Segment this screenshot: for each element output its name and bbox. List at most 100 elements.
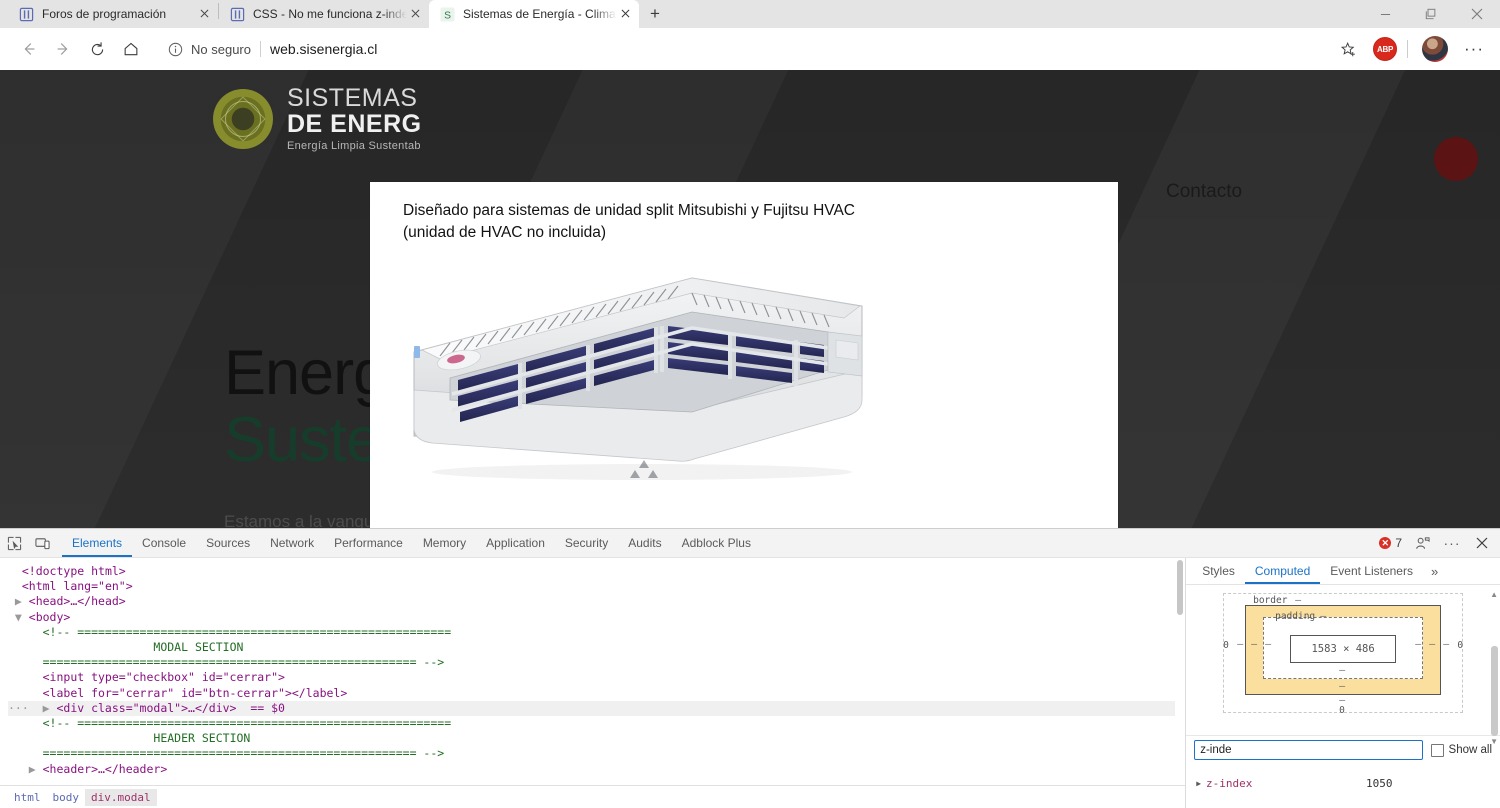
browser-tab-3[interactable]: S Sistemas de Energía - Climatizac xyxy=(429,0,639,28)
content-left-value[interactable]: – xyxy=(1265,639,1271,650)
book-icon xyxy=(229,6,245,22)
nav-item-contacto[interactable]: Contacto xyxy=(1166,181,1242,203)
dom-line[interactable]: ▼ <body> xyxy=(8,610,1185,625)
globe-logo-icon xyxy=(213,89,273,149)
avatar[interactable] xyxy=(1422,36,1448,62)
security-status: No seguro xyxy=(191,41,251,57)
svg-text:S: S xyxy=(444,10,451,21)
margin-bottom-value[interactable]: 0 xyxy=(1339,705,1345,716)
tab-network[interactable]: Network xyxy=(260,529,324,557)
dom-line-text: MODAL SECTION xyxy=(153,640,244,655)
dom-line[interactable]: <input type="checkbox" id="cerrar"> xyxy=(8,670,1185,685)
margin-right-value[interactable]: 0 xyxy=(1457,640,1463,651)
tab-application[interactable]: Application xyxy=(476,529,555,557)
account-icon[interactable] xyxy=(1408,529,1436,557)
content-right-value[interactable]: – xyxy=(1415,639,1421,650)
tab-audits[interactable]: Audits xyxy=(618,529,671,557)
close-icon[interactable] xyxy=(196,6,212,22)
dom-line[interactable]: <!-- ===================================… xyxy=(8,716,1185,731)
tab-styles[interactable]: Styles xyxy=(1192,558,1245,584)
back-arrow-icon[interactable] xyxy=(12,32,46,66)
tab-computed[interactable]: Computed xyxy=(1245,558,1320,584)
breadcrumb-div-modal[interactable]: div.modal xyxy=(85,788,157,806)
dom-line[interactable]: <html lang="en"> xyxy=(8,579,1185,594)
chevron-right-icon[interactable]: ▶ xyxy=(1196,779,1201,788)
tab-title: CSS - No me funciona z-index (v xyxy=(253,7,407,21)
more-dots-icon[interactable]: ··· xyxy=(1438,529,1466,557)
margin-left-value[interactable]: 0 xyxy=(1223,640,1229,651)
tab-console[interactable]: Console xyxy=(132,529,196,557)
elements-scrollbar[interactable] xyxy=(1175,558,1186,808)
filter-input[interactable] xyxy=(1194,740,1423,760)
padding-left-value[interactable]: – xyxy=(1251,639,1257,650)
site-logo[interactable]: SISTEMAS DE ENERG Energía Limpia Sustent… xyxy=(213,86,422,152)
dom-line[interactable]: MODAL SECTION xyxy=(8,640,1185,655)
devtools-toolbar-right: ✕ 7 ··· xyxy=(1375,529,1496,557)
dom-line[interactable]: ▶ <head>…</head> xyxy=(8,594,1185,609)
tab-memory[interactable]: Memory xyxy=(413,529,476,557)
close-icon[interactable] xyxy=(1454,0,1500,28)
dom-line-text: ========================================… xyxy=(42,746,445,761)
new-tab-button[interactable]: + xyxy=(639,0,671,28)
padding-bottom-value[interactable]: – xyxy=(1339,665,1345,676)
close-icon[interactable] xyxy=(1468,529,1496,557)
dom-line[interactable]: ▶ <header>…</header> xyxy=(8,762,1185,777)
close-icon[interactable] xyxy=(407,6,423,22)
chevron-right-icon[interactable]: » xyxy=(1423,564,1446,579)
breadcrumb: html body div.modal xyxy=(0,785,1186,808)
info-icon xyxy=(166,40,184,58)
computed-property-row[interactable]: ▶ z-index 1050 xyxy=(1186,774,1500,792)
tab-performance[interactable]: Performance xyxy=(324,529,413,557)
address-bar[interactable]: No seguro web.sisenergia.cl xyxy=(158,34,1325,64)
tab-elements[interactable]: Elements xyxy=(62,529,132,557)
reload-icon[interactable] xyxy=(80,32,114,66)
tab-sources[interactable]: Sources xyxy=(196,529,260,557)
close-icon[interactable] xyxy=(617,6,633,22)
tab-security[interactable]: Security xyxy=(555,529,618,557)
scrollbar-thumb[interactable] xyxy=(1177,560,1184,615)
dom-line[interactable]: <label for="cerrar" id="btn-cerrar"></la… xyxy=(8,686,1185,701)
inspect-element-icon[interactable] xyxy=(0,529,28,557)
minimize-icon[interactable] xyxy=(1362,0,1408,28)
tab-event-listeners[interactable]: Event Listeners xyxy=(1320,558,1423,584)
tab-adblock-plus[interactable]: Adblock Plus xyxy=(672,529,761,557)
dom-line[interactable]: ========================================… xyxy=(8,746,1185,761)
logo-line-2: DE ENERG xyxy=(287,110,422,138)
padding-right-value[interactable]: – xyxy=(1429,639,1435,650)
star-icon[interactable] xyxy=(1333,34,1363,64)
breadcrumb-html[interactable]: html xyxy=(8,789,47,806)
scroll-up-icon[interactable]: ▲ xyxy=(1490,590,1498,599)
breadcrumb-body[interactable]: body xyxy=(47,789,86,806)
box-model-content-size[interactable]: 1583 × 486 xyxy=(1290,635,1397,663)
border-top-value[interactable]: – xyxy=(1295,595,1301,606)
error-count-badge[interactable]: ✕ 7 xyxy=(1375,536,1406,550)
elements-tree[interactable]: <!doctype html> <html lang="en"> ▶ <head… xyxy=(0,558,1186,808)
browser-tab-1[interactable]: Foros de programación xyxy=(8,0,218,28)
home-icon[interactable] xyxy=(114,32,148,66)
browser-tab-2[interactable]: CSS - No me funciona z-index (v xyxy=(219,0,429,28)
maximize-icon[interactable] xyxy=(1408,0,1454,28)
border-right-value[interactable]: – xyxy=(1443,639,1449,650)
scrollbar-thumb[interactable] xyxy=(1491,646,1498,736)
padding-top-value[interactable]: – xyxy=(1320,611,1326,622)
box-model-diagram[interactable]: 1583 × 486 border padding – – 0 – – – – … xyxy=(1223,593,1464,716)
dom-line[interactable]: HEADER SECTION xyxy=(8,731,1185,746)
show-all-checkbox[interactable]: Show all xyxy=(1430,743,1492,757)
device-toolbar-icon[interactable] xyxy=(28,529,56,557)
dom-line[interactable]: <!doctype html> xyxy=(8,564,1185,579)
more-dots-icon[interactable]: ··· xyxy=(1460,34,1488,64)
dom-line-text: <!-- ===================================… xyxy=(42,624,452,639)
adblock-plus-icon[interactable]: ABP xyxy=(1373,37,1397,61)
dom-line[interactable]: ========================================… xyxy=(8,655,1185,670)
dom-line-selected[interactable]: ··· ▶ <div class="modal">…</div> == $0 xyxy=(8,700,1186,717)
sidebar-scrollbar[interactable]: ▲ ▼ xyxy=(1490,588,1499,808)
forward-arrow-icon[interactable] xyxy=(46,32,80,66)
product-modal[interactable]: Diseñado para sistemas de unidad split M… xyxy=(370,182,1118,528)
dom-line[interactable]: <!-- ===================================… xyxy=(8,625,1185,640)
checkbox-icon[interactable] xyxy=(1430,743,1444,757)
devtools-body: <!doctype html> <html lang="en"> ▶ <head… xyxy=(0,558,1500,808)
scroll-down-icon[interactable]: ▼ xyxy=(1490,737,1498,746)
border-left-value[interactable]: – xyxy=(1237,639,1243,650)
border-bottom-value[interactable]: – xyxy=(1339,681,1345,692)
error-icon: ✕ xyxy=(1379,537,1392,549)
